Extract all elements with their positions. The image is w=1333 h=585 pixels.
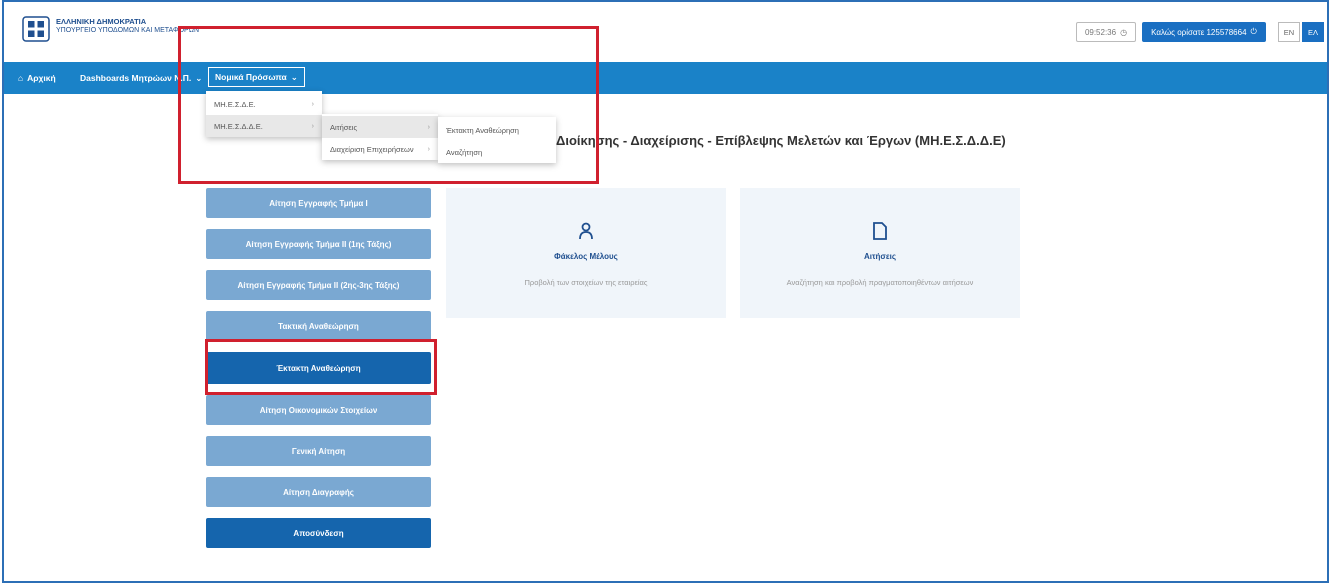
nav-home[interactable]: ⌂ Αρχική <box>18 62 56 94</box>
lang-en-button[interactable]: EN <box>1278 22 1300 42</box>
registration-section-2-class2-3-button[interactable]: Αίτηση Εγγραφής Τμήμα ΙΙ (2ης-3ης Τάξης) <box>206 270 431 300</box>
page-title: Διοίκησης - Διαχείρισης - Επίβλεψης Μελε… <box>556 133 1006 148</box>
logout-button[interactable]: Αποσύνδεση <box>206 518 431 548</box>
registration-section-2-class1-button[interactable]: Αίτηση Εγγραφής Τμήμα ΙΙ (1ης Τάξης) <box>206 229 431 259</box>
document-icon <box>740 222 1020 245</box>
card-description: Αναζήτηση και προβολή πραγματοποιηθέντων… <box>786 278 974 287</box>
card-title: Αιτήσεις <box>863 252 897 261</box>
power-icon: ⏻ <box>1250 27 1257 36</box>
card-title: Φάκελος Μέλους <box>554 252 618 261</box>
highlight-annotation-menu <box>178 26 599 184</box>
financial-data-application-button[interactable]: Αίτηση Οικονομικών Στοιχείων <box>206 395 431 425</box>
regular-revision-button[interactable]: Τακτική Αναθεώρηση <box>206 311 431 341</box>
session-time: 09:52:36 <box>1084 27 1117 37</box>
general-application-button[interactable]: Γενική Αίτηση <box>206 436 431 466</box>
registration-section-1-button[interactable]: Αίτηση Εγγραφής Τμήμα Ι <box>206 188 431 218</box>
nav-home-label: Αρχική <box>27 73 56 83</box>
applications-card[interactable]: Αιτήσεις Αναζήτηση και προβολή πραγματοπ… <box>740 188 1020 318</box>
member-folder-card[interactable]: Φάκελος Μέλους Προβολή των στοιχείων της… <box>446 188 726 318</box>
nav-dashboards-label: Dashboards Μητρώων Ν.Π. <box>80 73 192 83</box>
welcome-label: Καλώς ορίσατε 125578664 <box>1151 27 1247 37</box>
greek-emblem-icon <box>22 16 50 42</box>
lang-el-button[interactable]: ΕΛ <box>1302 22 1324 42</box>
highlight-annotation-button <box>205 339 437 395</box>
org-name: ΕΛΛΗΝΙΚΗ ΔΗΜΟΚΡΑΤΙΑ <box>56 17 147 26</box>
session-timer: 09:52:36 ◷ <box>1076 22 1136 42</box>
card-description: Προβολή των στοιχείων της εταιρείας <box>524 278 648 287</box>
user-account-button[interactable]: Καλώς ορίσατε 125578664 ⏻ <box>1142 22 1266 42</box>
clock-icon: ◷ <box>1120 27 1128 37</box>
user-icon <box>446 222 726 245</box>
deletion-application-button[interactable]: Αίτηση Διαγραφής <box>206 477 431 507</box>
home-icon: ⌂ <box>18 73 24 83</box>
